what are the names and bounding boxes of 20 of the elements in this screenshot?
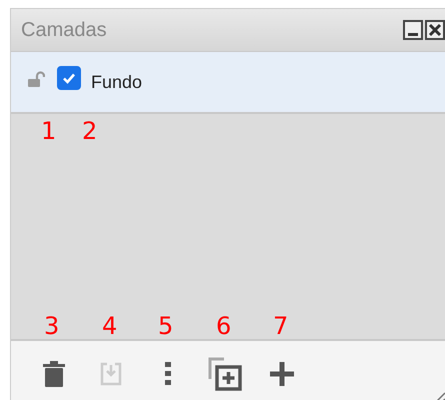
trash-icon [42,361,64,387]
minimize-icon [408,32,418,36]
annotation-number: 1 [41,119,56,143]
tray-arrow-icon [100,362,122,386]
annotation-number: 6 [216,314,232,338]
more-icon [164,362,170,386]
annotation-number: 5 [158,314,174,338]
annotation-number: 4 [102,314,118,338]
close-icon [427,22,443,38]
visibility-checkbox[interactable] [57,66,81,90]
annotation-number: 3 [44,314,60,338]
annotation-number: 2 [82,119,98,143]
close-button[interactable] [425,20,445,40]
annotation-number: 7 [273,314,288,338]
layer-row[interactable]: Fundo [11,52,445,114]
panel-title: Camadas [21,18,107,42]
minimize-button[interactable] [403,20,423,40]
plus-icon [268,361,294,387]
layer-name: Fundo [91,72,142,92]
duplicate-icon [208,357,242,391]
